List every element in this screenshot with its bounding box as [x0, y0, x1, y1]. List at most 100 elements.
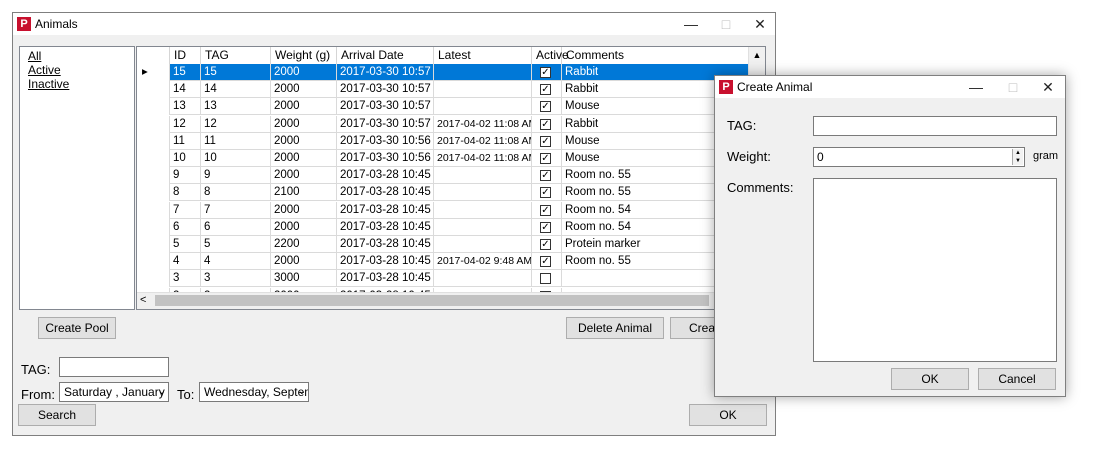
active-checkbox[interactable]: ✓ — [540, 239, 551, 250]
scroll-left-arrow-icon[interactable]: < — [140, 293, 146, 308]
active-checkbox[interactable]: ✓ — [540, 256, 551, 268]
close-button[interactable]: ✕ — [742, 13, 778, 35]
delete-animal-button[interactable]: Delete Animal — [566, 317, 664, 339]
table-cell-quarantine[interactable] — [434, 184, 532, 202]
active-checkbox[interactable]: ✓ — [540, 204, 551, 216]
table-cell-id[interactable]: 14 — [170, 81, 201, 99]
table-row[interactable]: 7720002017-03-28 10:45 AM✓Room no. 54 — [137, 201, 751, 219]
table-cell-quarantine[interactable] — [434, 218, 532, 236]
table-cell-tag[interactable]: 10 — [201, 150, 271, 167]
table-cell-weight[interactable]: 2000 — [271, 167, 337, 185]
table-cell-arrival[interactable]: 2017-03-30 10:56 AM — [337, 132, 434, 150]
table-cell-quarantine[interactable]: 2017-04-02 11:08 AM — [434, 115, 532, 133]
table-cell-tag[interactable]: 14 — [201, 81, 271, 99]
table-cell-tag[interactable]: 3 — [201, 270, 271, 288]
table-cell-quarantine[interactable]: 2017-04-02 11:08 AM — [434, 150, 532, 167]
table-cell-quarantine[interactable] — [434, 81, 532, 99]
table-cell-weight[interactable]: 2000 — [271, 253, 337, 271]
row-header[interactable] — [137, 167, 170, 185]
column-header-comments[interactable]: Comments — [562, 47, 751, 64]
table-cell-id[interactable]: 9 — [170, 167, 201, 185]
table-cell-arrival[interactable]: 2017-03-28 10:45 AM — [337, 270, 434, 288]
table-cell-active[interactable]: ✓ — [532, 115, 562, 133]
column-header-tag[interactable]: TAG — [201, 47, 271, 64]
table-cell-quarantine[interactable] — [434, 270, 532, 288]
table-cell-weight[interactable]: 2000 — [271, 81, 337, 99]
scroll-up-arrow-icon[interactable]: ▲ — [749, 47, 765, 63]
row-header[interactable] — [137, 150, 170, 167]
row-header[interactable] — [137, 253, 170, 271]
row-header[interactable] — [137, 98, 170, 116]
table-cell-active[interactable]: ✓ — [532, 218, 562, 236]
to-date-picker[interactable]: Wednesday, September ⌄ — [199, 382, 309, 402]
table-cell-id[interactable]: 10 — [170, 150, 201, 167]
table-cell-weight[interactable]: 2000 — [271, 150, 337, 167]
table-row[interactable]: 3330002017-03-28 10:45 AM — [137, 270, 751, 288]
dialog-maximize-button[interactable]: □ — [995, 76, 1031, 98]
table-cell-id[interactable]: 12 — [170, 115, 201, 133]
table-cell-arrival[interactable]: 2017-03-28 10:45 AM — [337, 167, 434, 185]
table-cell-active[interactable]: ✓ — [532, 64, 562, 81]
table-cell-tag[interactable]: 5 — [201, 236, 271, 253]
dialog-tag-input[interactable] — [813, 116, 1057, 136]
table-cell-active[interactable]: ✓ — [532, 81, 562, 99]
table-cell-tag[interactable]: 13 — [201, 98, 271, 116]
column-header-active[interactable]: Active — [532, 47, 569, 64]
table-cell-active[interactable]: ✓ — [532, 167, 562, 185]
row-header[interactable] — [137, 236, 170, 253]
table-cell-quarantine[interactable] — [434, 167, 532, 185]
table-cell-weight[interactable]: 2000 — [271, 64, 337, 81]
table-cell-arrival[interactable]: 2017-03-30 10:57 AM — [337, 115, 434, 133]
column-header-id[interactable]: ID — [170, 47, 201, 64]
active-checkbox[interactable]: ✓ — [540, 170, 551, 182]
table-cell-tag[interactable]: 12 — [201, 115, 271, 133]
table-cell-weight[interactable]: 2000 — [271, 132, 337, 150]
active-checkbox[interactable]: ✓ — [540, 84, 551, 96]
active-checkbox[interactable]: ✓ — [540, 135, 551, 147]
table-cell-quarantine[interactable]: 2017-04-02 11:08 AM — [434, 132, 532, 150]
active-checkbox[interactable] — [540, 273, 551, 285]
active-checkbox[interactable]: ✓ — [540, 153, 551, 164]
active-checkbox[interactable]: ✓ — [540, 221, 551, 233]
horizontal-scrollbar[interactable]: < — [137, 292, 749, 309]
table-cell-weight[interactable]: 2000 — [271, 218, 337, 236]
table-cell-active[interactable]: ✓ — [532, 98, 562, 116]
dialog-close-button[interactable]: ✕ — [1030, 76, 1066, 98]
table-cell-tag[interactable]: 9 — [201, 167, 271, 185]
table-cell-active[interactable]: ✓ — [532, 201, 562, 219]
table-cell-arrival[interactable]: 2017-03-28 10:45 AM — [337, 201, 434, 219]
table-row[interactable]: 111120002017-03-30 10:56 AM2017-04-02 11… — [137, 132, 751, 150]
table-cell-quarantine[interactable] — [434, 201, 532, 219]
table-cell-weight[interactable]: 2000 — [271, 115, 337, 133]
row-header[interactable]: ▸ — [137, 64, 170, 81]
table-cell-weight[interactable]: 2200 — [271, 236, 337, 253]
pool-active-link[interactable]: Active — [28, 63, 134, 77]
maximize-button[interactable]: □ — [708, 13, 744, 35]
table-row[interactable]: 5522002017-03-28 10:45 AM✓Protein marker — [137, 236, 751, 253]
table-cell-id[interactable]: 8 — [170, 184, 201, 202]
table-cell-quarantine[interactable] — [434, 236, 532, 253]
table-cell-id[interactable]: 15 — [170, 64, 201, 81]
table-cell-arrival[interactable]: 2017-03-28 10:45 AM — [337, 184, 434, 202]
table-cell-arrival[interactable]: 2017-03-30 10:57 AM — [337, 81, 434, 99]
table-row[interactable]: 121220002017-03-30 10:57 AM2017-04-02 11… — [137, 115, 751, 133]
table-row[interactable]: 6620002017-03-28 10:45 AM✓Room no. 54 — [137, 218, 751, 236]
table-cell-active[interactable]: ✓ — [532, 150, 562, 167]
create-pool-button[interactable]: Create Pool — [38, 317, 116, 339]
table-cell-quarantine[interactable] — [434, 98, 532, 116]
from-date-picker[interactable]: Saturday , January ⌄ — [59, 382, 169, 402]
search-button[interactable]: Search — [18, 404, 96, 426]
column-header-arrival-date[interactable]: Arrival Date — [337, 47, 434, 64]
table-cell-arrival[interactable]: 2017-03-28 10:45 AM — [337, 218, 434, 236]
table-row[interactable]: 8821002017-03-28 10:45 AM✓Room no. 55 — [137, 184, 751, 202]
table-cell-tag[interactable]: 11 — [201, 132, 271, 150]
active-checkbox[interactable]: ✓ — [540, 118, 551, 130]
table-cell-active[interactable]: ✓ — [532, 253, 562, 271]
row-header[interactable] — [137, 201, 170, 219]
dialog-comments-textarea[interactable] — [813, 178, 1057, 362]
table-cell-weight[interactable]: 2100 — [271, 184, 337, 202]
table-cell-tag[interactable]: 8 — [201, 184, 271, 202]
table-cell-id[interactable]: 4 — [170, 253, 201, 271]
table-cell-weight[interactable]: 2000 — [271, 201, 337, 219]
ok-button[interactable]: OK — [689, 404, 767, 426]
